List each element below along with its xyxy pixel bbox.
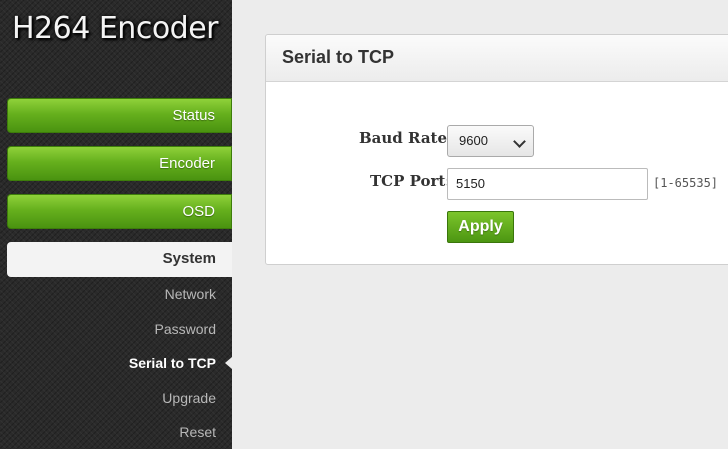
baud-rate-label: Baud Rate: — [359, 129, 453, 147]
apply-button[interactable]: Apply — [447, 211, 514, 243]
sidebar-item-password[interactable]: Password — [155, 321, 216, 337]
nav-osd-button[interactable]: OSD — [7, 194, 232, 229]
sidebar-item-network[interactable]: Network — [165, 286, 216, 302]
current-item-pointer-icon — [225, 357, 232, 369]
panel-title: Serial to TCP — [282, 47, 395, 67]
sidebar-item-upgrade[interactable]: Upgrade — [162, 390, 216, 406]
baud-rate-value: 9600 — [459, 133, 488, 148]
app-logo-title: H264 Encoder — [12, 11, 219, 46]
serial-to-tcp-panel: Serial to TCP Baud Rate: 9600 TCP Port: … — [265, 34, 728, 265]
nav-status-button[interactable]: Status — [7, 98, 232, 133]
baud-rate-select[interactable]: 9600 — [447, 125, 534, 157]
tcp-port-range-hint: [1-65535] — [653, 176, 719, 190]
sidebar-item-reset[interactable]: Reset — [179, 424, 216, 440]
chevron-down-icon — [513, 135, 526, 148]
sidebar: H264 Encoder Status Encoder OSD System N… — [0, 0, 232, 449]
tcp-port-label: TCP Port: — [370, 172, 451, 190]
nav-encoder-button[interactable]: Encoder — [7, 146, 232, 181]
tcp-port-input[interactable]: 5150 — [447, 168, 648, 200]
sidebar-item-serial-to-tcp[interactable]: Serial to TCP — [129, 355, 216, 371]
nav-system-button[interactable]: System — [7, 242, 232, 277]
